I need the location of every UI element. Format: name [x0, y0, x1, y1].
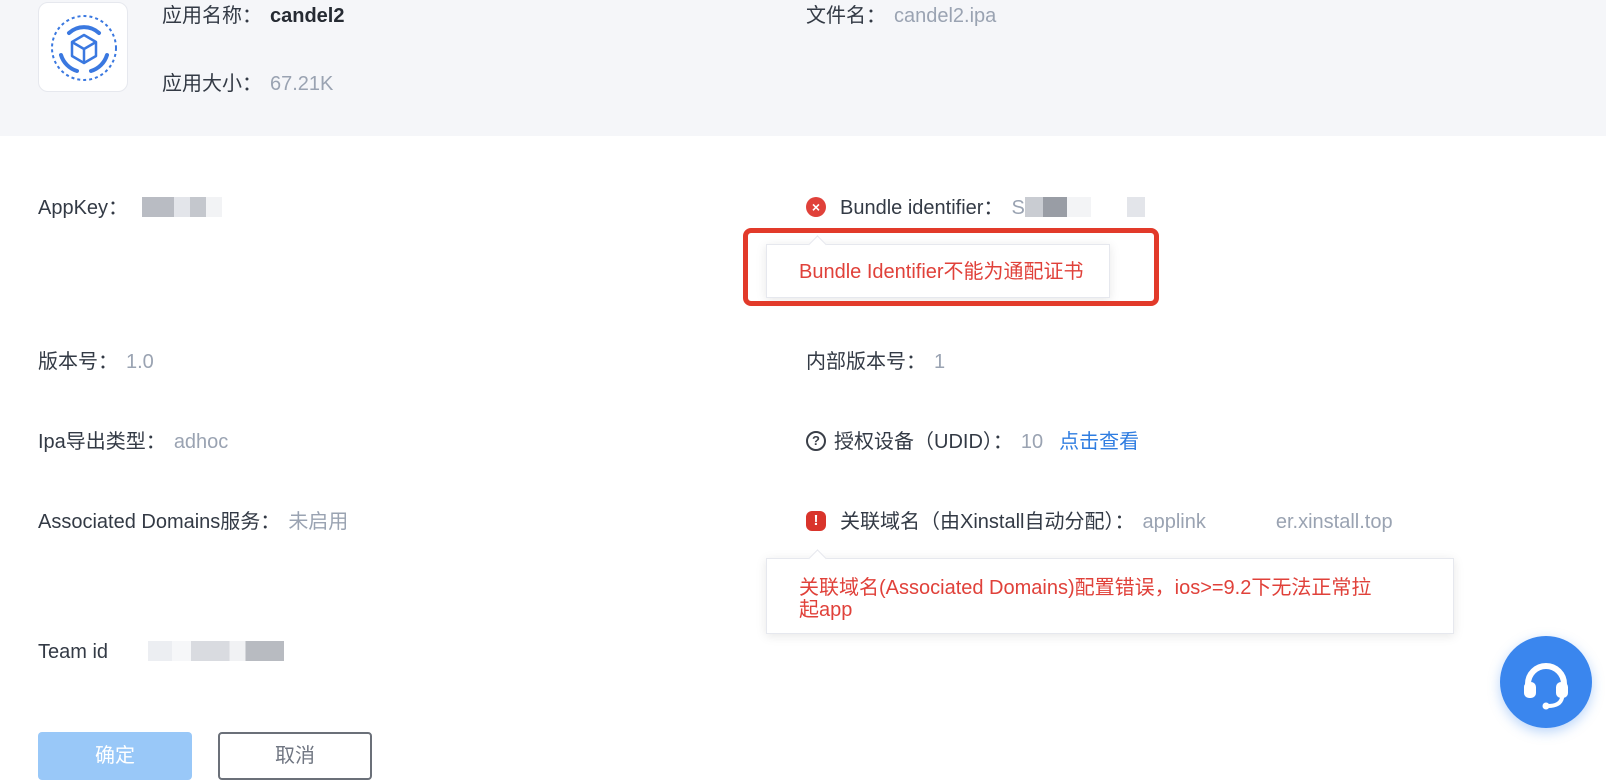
- build-number-value: 1: [934, 351, 946, 373]
- udid-count: 10: [1020, 431, 1044, 453]
- version-field: 版本号： 1.0: [38, 350, 154, 374]
- domain-error-text-line1: 关联域名(Associated Domains)配置错误，ios>=9.2下无法…: [799, 577, 1372, 599]
- file-name-field: 文件名： candel2.ipa: [806, 4, 996, 28]
- app-size-label: 应用大小：: [162, 73, 262, 95]
- confirm-button[interactable]: 确定: [38, 732, 192, 780]
- warning-icon[interactable]: !: [806, 510, 826, 531]
- appkey-label: AppKey：: [38, 197, 129, 219]
- app-name-value: candel2: [270, 5, 345, 27]
- app-name-field: 应用名称： candel2: [162, 4, 344, 28]
- linked-domain-suffix: er.xinstall.top: [1275, 511, 1393, 533]
- team-id-field: Team id: [38, 640, 284, 664]
- version-label: 版本号：: [38, 351, 118, 373]
- app-size-value: 67.21K: [270, 73, 334, 95]
- help-circle-icon[interactable]: ?: [806, 430, 826, 451]
- linked-domain-field: ! 关联域名（由Xinstall自动分配）： applink er.xinstall.…: [806, 510, 1393, 534]
- file-name-label: 文件名：: [806, 5, 886, 27]
- headset-icon: [1524, 663, 1568, 710]
- team-id-label: Team id: [38, 641, 109, 663]
- error-circle-icon[interactable]: ×: [806, 196, 826, 217]
- bundle-id-value: S: [1011, 197, 1025, 219]
- cube-logo-icon: [51, 15, 117, 81]
- bundle-id-label: Bundle identifier：: [840, 197, 1004, 219]
- build-number-field: 内部版本号： 1: [806, 350, 945, 374]
- associated-domains-field: Associated Domains服务： 未启用: [38, 510, 348, 534]
- bundle-id-field: × Bundle identifier： S: [806, 196, 1145, 220]
- linked-domain-label: 关联域名（由Xinstall自动分配）：: [840, 511, 1135, 533]
- team-id-redacted: [123, 640, 284, 661]
- associated-domains-label: Associated Domains服务：: [38, 511, 281, 533]
- app-name-label: 应用名称：: [162, 5, 262, 27]
- bundle-id-redacted: [1024, 196, 1145, 217]
- appkey-field: AppKey：: [38, 196, 222, 220]
- linked-domain-prefix: applink: [1142, 511, 1206, 533]
- linked-domain-redacted: [1205, 510, 1276, 531]
- view-devices-link[interactable]: 点击查看: [1059, 431, 1139, 453]
- file-name-value: candel2.ipa: [894, 5, 997, 27]
- domain-error-tooltip: 关联域名(Associated Domains)配置错误，ios>=9.2下无法…: [766, 549, 1454, 634]
- customer-service-button[interactable]: [1500, 636, 1592, 728]
- cancel-button[interactable]: 取消: [218, 732, 372, 780]
- ipa-type-value: adhoc: [173, 431, 229, 453]
- domain-error-text-line2: 起app: [799, 599, 853, 621]
- associated-domains-value: 未启用: [288, 511, 349, 533]
- app-size-field: 应用大小： 67.21K: [162, 72, 333, 96]
- app-info-header: 应用名称： candel2 应用大小： 67.21K 文件名： candel2.ipa: [0, 0, 1606, 136]
- error-highlight-box: [743, 228, 1159, 306]
- app-icon: [38, 2, 128, 92]
- ipa-type-label: Ipa导出类型：: [38, 431, 166, 453]
- udid-label: 授权设备（UDID）：: [834, 431, 1013, 453]
- appkey-redacted: [141, 196, 222, 217]
- build-number-label: 内部版本号：: [806, 351, 926, 373]
- version-value: 1.0: [126, 351, 154, 373]
- ipa-type-field: Ipa导出类型： adhoc: [38, 430, 228, 454]
- udid-field: ? 授权设备（UDID）： 10 点击查看: [806, 430, 1139, 454]
